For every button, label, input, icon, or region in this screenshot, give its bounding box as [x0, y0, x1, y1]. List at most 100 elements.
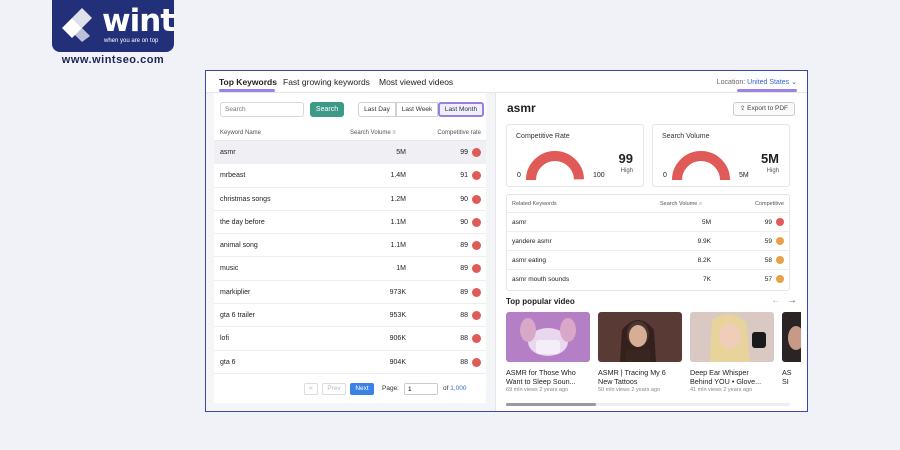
gauge-max: 5M — [739, 172, 749, 179]
arrow-right-icon[interactable]: → — [787, 295, 797, 306]
search-volume: 1.4M — [390, 172, 406, 180]
sort-icon[interactable]: ≡ — [699, 201, 702, 207]
tab-most-viewed-videos[interactable]: Most viewed videos — [379, 77, 453, 87]
keyword-name[interactable]: animal song — [220, 242, 258, 249]
keyword-name[interactable]: gta 6 — [220, 359, 236, 366]
video-meta: 41 mln views 2 years ago — [690, 387, 753, 393]
keyword-name[interactable]: the day before — [220, 219, 265, 226]
search-input[interactable] — [220, 102, 304, 117]
video-card[interactable]: AS SI — [782, 312, 801, 387]
keyword-name[interactable]: markiplier — [220, 289, 250, 296]
location-value[interactable]: United States — [747, 79, 789, 86]
table-row[interactable]: mrbeast 1.4M 91 — [214, 164, 486, 188]
search-volume: 906K — [389, 335, 406, 343]
competitive-rate: 88 — [460, 312, 468, 320]
search-button[interactable]: Search — [310, 102, 344, 117]
video-thumbnail[interactable] — [782, 312, 801, 362]
keyword-detail-panel: asmr ⇪ Export to PDF Competitive Rate 0 … — [497, 93, 807, 411]
related-row[interactable]: asmr 5M 99 — [507, 213, 789, 232]
related-keyword[interactable]: asmr mouth sounds — [512, 276, 569, 283]
keyword-tool-window: Top Keywords Fast growing keywords Most … — [205, 70, 808, 412]
logo-tagline: when you are on top — [104, 38, 159, 44]
location-selector[interactable]: Location: United States ⌄ — [717, 78, 797, 86]
table-row[interactable]: the day before 1.1M 90 — [214, 211, 486, 235]
video-title[interactable]: ASMR for Those Who Want to Sleep Soun... — [506, 368, 592, 386]
range-last-week[interactable]: Last Week — [396, 102, 438, 117]
table-row[interactable]: asmr 5M 99 — [214, 141, 486, 165]
related-volume: 7K — [703, 276, 711, 283]
competitive-rate: 91 — [460, 172, 468, 180]
video-title[interactable]: ASMR | Tracing My 6 New Tattoos — [598, 368, 684, 386]
export-icon: ⇪ — [739, 105, 746, 112]
keyword-name[interactable]: asmr — [220, 149, 236, 156]
video-thumbnail[interactable] — [506, 312, 590, 362]
keyword-name[interactable]: lofi — [220, 335, 229, 342]
column-search-volume[interactable]: Search Volume ≡ — [350, 130, 396, 136]
column-competitive-rate[interactable]: Competitive rate — [437, 130, 481, 136]
related-row[interactable]: asmr mouth sounds 7K 57 — [507, 270, 789, 289]
gauge-max: 100 — [593, 172, 605, 179]
keyword-name[interactable]: christmas songs — [220, 196, 271, 203]
rate-indicator-dot — [472, 264, 481, 274]
arrow-left-icon[interactable]: ← — [771, 295, 781, 306]
search-volume: 973K — [389, 288, 406, 296]
related-keyword[interactable]: yandere asmr — [512, 238, 552, 245]
prev-page-button[interactable]: Prev — [322, 383, 346, 395]
column-keyword-name[interactable]: Keyword Name — [220, 130, 261, 136]
search-volume: 5M — [396, 149, 406, 156]
carousel-scrollbar[interactable] — [506, 403, 790, 406]
page-input[interactable] — [404, 383, 438, 395]
first-page-button[interactable]: « — [304, 383, 318, 395]
table-row[interactable]: markiplier 973K 89 — [214, 281, 486, 305]
video-carousel: ASMR for Those Who Want to Sleep Soun... … — [506, 312, 801, 402]
table-row[interactable]: christmas songs 1.2M 90 — [214, 188, 486, 211]
tab-fast-growing-keywords[interactable]: Fast growing keywords — [283, 77, 370, 87]
wint-logo-mark-icon — [62, 8, 92, 42]
keyword-name[interactable]: mrbeast — [220, 172, 245, 179]
export-pdf-button[interactable]: ⇪ Export to PDF — [732, 102, 795, 116]
video-card[interactable]: ASMR for Those Who Want to Sleep Soun... … — [506, 312, 592, 393]
keyword-list-card: Search Last Day Last Week Last Month Key… — [214, 93, 486, 403]
table-row[interactable]: gta 6 trailer 953K 88 — [214, 304, 486, 328]
sort-icon[interactable]: ≡ — [392, 130, 396, 136]
rate-indicator-dot — [472, 287, 481, 297]
search-volume-value: 5M — [760, 151, 779, 166]
table-row[interactable]: music 1M 89 — [214, 257, 486, 281]
rate-indicator-dot — [776, 256, 784, 264]
keyword-name[interactable]: gta 6 trailer — [220, 312, 255, 319]
range-last-month[interactable]: Last Month — [438, 102, 484, 117]
page-total: of 1,000 — [443, 385, 467, 392]
active-tab-indicator — [219, 89, 275, 92]
column-related-volume[interactable]: Search Volume ≡ — [660, 201, 702, 207]
page-label: Page: — [382, 385, 399, 392]
table-row[interactable]: animal song 1.1M 89 — [214, 234, 486, 258]
keyword-name[interactable]: music — [220, 265, 238, 272]
next-page-button[interactable]: Next — [350, 383, 374, 395]
video-card[interactable]: Deep Ear Whisper Behind YOU • Glove... 41… — [690, 312, 776, 393]
related-keyword[interactable]: asmr — [512, 219, 526, 226]
gauge-fill — [672, 151, 730, 181]
range-last-day[interactable]: Last Day — [358, 102, 396, 117]
competitive-rate: 99 — [460, 149, 468, 156]
related-competitive: 99 — [764, 219, 772, 226]
related-competitive: 58 — [764, 257, 772, 264]
video-card[interactable]: ASMR | Tracing My 6 New Tattoos 50 mln vi… — [598, 312, 684, 393]
table-row[interactable]: gta 6 904K 88 — [214, 351, 486, 374]
related-row[interactable]: asmr eating 8.2K 58 — [507, 251, 789, 270]
gauge-fill — [525, 150, 584, 181]
related-keyword[interactable]: asmr eating — [512, 257, 546, 264]
search-volume-card: Search Volume 0 5M 5M High — [652, 124, 790, 187]
video-title[interactable]: Deep Ear Whisper Behind YOU • Glove... — [690, 368, 776, 386]
video-thumbnail[interactable] — [690, 312, 774, 362]
video-thumbnail[interactable] — [598, 312, 682, 362]
column-related-competitive[interactable]: Competitive — [755, 201, 784, 207]
video-title[interactable]: AS SI — [782, 368, 801, 386]
tab-top-keywords[interactable]: Top Keywords — [219, 77, 277, 87]
carousel-scrollbar-thumb[interactable] — [506, 403, 596, 406]
chevron-down-icon[interactable]: ⌄ — [791, 79, 797, 86]
column-related-keywords[interactable]: Related Keywords — [512, 201, 557, 207]
search-volume-level: High — [766, 168, 779, 174]
competitive-rate: 89 — [460, 265, 468, 273]
table-row[interactable]: lofi 906K 88 — [214, 327, 486, 351]
related-row[interactable]: yandere asmr 9.9K 59 — [507, 232, 789, 251]
